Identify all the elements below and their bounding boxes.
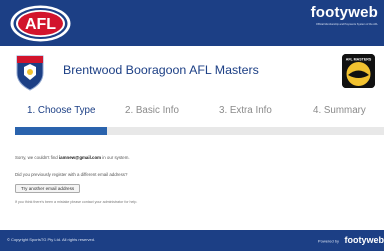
step-choose-type[interactable]: 1. Choose Type: [27, 104, 95, 117]
copyright-text: © Copyright SportsTG Pty Ltd. All rights…: [7, 237, 96, 242]
step-extra-info[interactable]: 3. Extra Info: [219, 104, 272, 117]
club-crest-icon: [16, 55, 44, 91]
try-another-email-button[interactable]: Try another email address: [15, 184, 81, 193]
afl-logo[interactable]: AFL: [9, 4, 72, 43]
wizard-steps: 1. Choose Type 2. Basic Info 3. Extra In…: [0, 96, 384, 124]
top-header: AFL footyweb Official Membership and Pay…: [0, 0, 384, 46]
powered-by-brand: footyweb: [344, 235, 384, 246]
afl-masters-badge-icon: AFL MASTERS: [342, 54, 375, 88]
wizard-progress-bar: [15, 127, 384, 135]
powered-by-label: Powered by: [317, 238, 340, 244]
footer: © Copyright SportsTG Pty Ltd. All rights…: [0, 230, 384, 251]
not-found-message: Sorry, we couldn't find iamnew@gmail.com…: [15, 155, 130, 161]
searched-email: iamnew@gmail.com: [58, 155, 102, 160]
club-banner: Brentwood Booragoon AFL Masters AFL MAST…: [0, 50, 384, 92]
club-name: Brentwood Booragoon AFL Masters: [63, 63, 259, 77]
not-found-suffix: in our system.: [101, 155, 130, 160]
not-found-prefix: Sorry, we couldn't find: [15, 155, 59, 160]
footyweb-tagline: Official Membership and Payments System …: [315, 23, 378, 26]
step-basic-info[interactable]: 2. Basic Info: [125, 104, 179, 117]
progress-bar-fill: [15, 127, 108, 135]
powered-by[interactable]: Powered by footyweb: [318, 235, 384, 246]
help-text: If you think there's been a mistake plea…: [15, 200, 138, 204]
afl-logo-text: AFL: [25, 16, 56, 33]
masters-badge-text: AFL MASTERS: [346, 58, 372, 62]
step-summary[interactable]: 4. Summary: [313, 104, 366, 117]
footyweb-logo-text: footyweb: [310, 4, 378, 21]
different-email-question: Did you previously register with a diffe…: [15, 172, 128, 177]
footyweb-brand[interactable]: footyweb Official Membership and Payment…: [311, 4, 378, 27]
afl-masters-logo: AFL MASTERS: [342, 54, 375, 88]
